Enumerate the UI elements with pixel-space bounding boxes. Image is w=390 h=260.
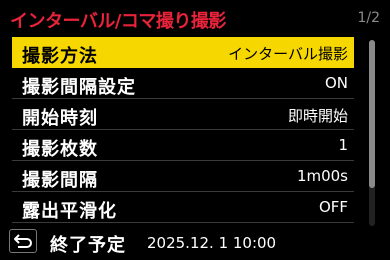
menu-item-value: OFF	[318, 198, 348, 216]
menu-item-shooting-interval[interactable]: 撮影間隔 1m00s	[12, 161, 354, 192]
scrollbar[interactable]	[369, 40, 375, 226]
menu-item-interval-setting[interactable]: 撮影間隔設定 ON	[12, 68, 354, 99]
menu-item-label: 撮影間隔	[22, 170, 98, 191]
scrollbar-thumb[interactable]	[369, 40, 375, 188]
return-arrow-icon	[14, 234, 32, 248]
end-time-value: 2025.12. 1 10:00	[147, 234, 277, 252]
menu-item-label: 撮影枚数	[22, 139, 98, 160]
page-indicator: 1/2	[357, 10, 380, 26]
menu-item-value: ON	[324, 74, 348, 92]
menu-item-value: 1m00s	[296, 167, 348, 185]
menu-item-value: インターバル撮影	[228, 45, 348, 63]
menu-item-shooting-method[interactable]: 撮影方法 インターバル撮影	[12, 37, 354, 68]
menu-item-label: 撮影方法	[22, 46, 98, 67]
settings-menu: 撮影方法 インターバル撮影 撮影間隔設定 ON 開始時刻 即時開始 撮影枚数 1…	[12, 37, 354, 223]
menu-item-start-time[interactable]: 開始時刻 即時開始	[12, 99, 354, 130]
menu-item-shot-count[interactable]: 撮影枚数 1	[12, 130, 354, 161]
menu-item-label: 撮影間隔設定	[22, 77, 136, 98]
menu-item-exposure-smoothing[interactable]: 露出平滑化 OFF	[12, 192, 354, 223]
menu-item-value: 1	[338, 136, 348, 154]
footer: 終了予定 2025.12. 1 10:00	[0, 228, 390, 260]
menu-item-value: 即時開始	[287, 107, 348, 125]
menu-header: インターバル/コマ撮り撮影 1/2	[0, 0, 390, 36]
end-time-label: 終了予定	[50, 235, 126, 256]
menu-item-label: 開始時刻	[22, 108, 98, 129]
back-button[interactable]	[9, 229, 37, 253]
menu-item-label: 露出平滑化	[22, 201, 117, 222]
page-title: インターバル/コマ撮り撮影	[10, 11, 226, 32]
